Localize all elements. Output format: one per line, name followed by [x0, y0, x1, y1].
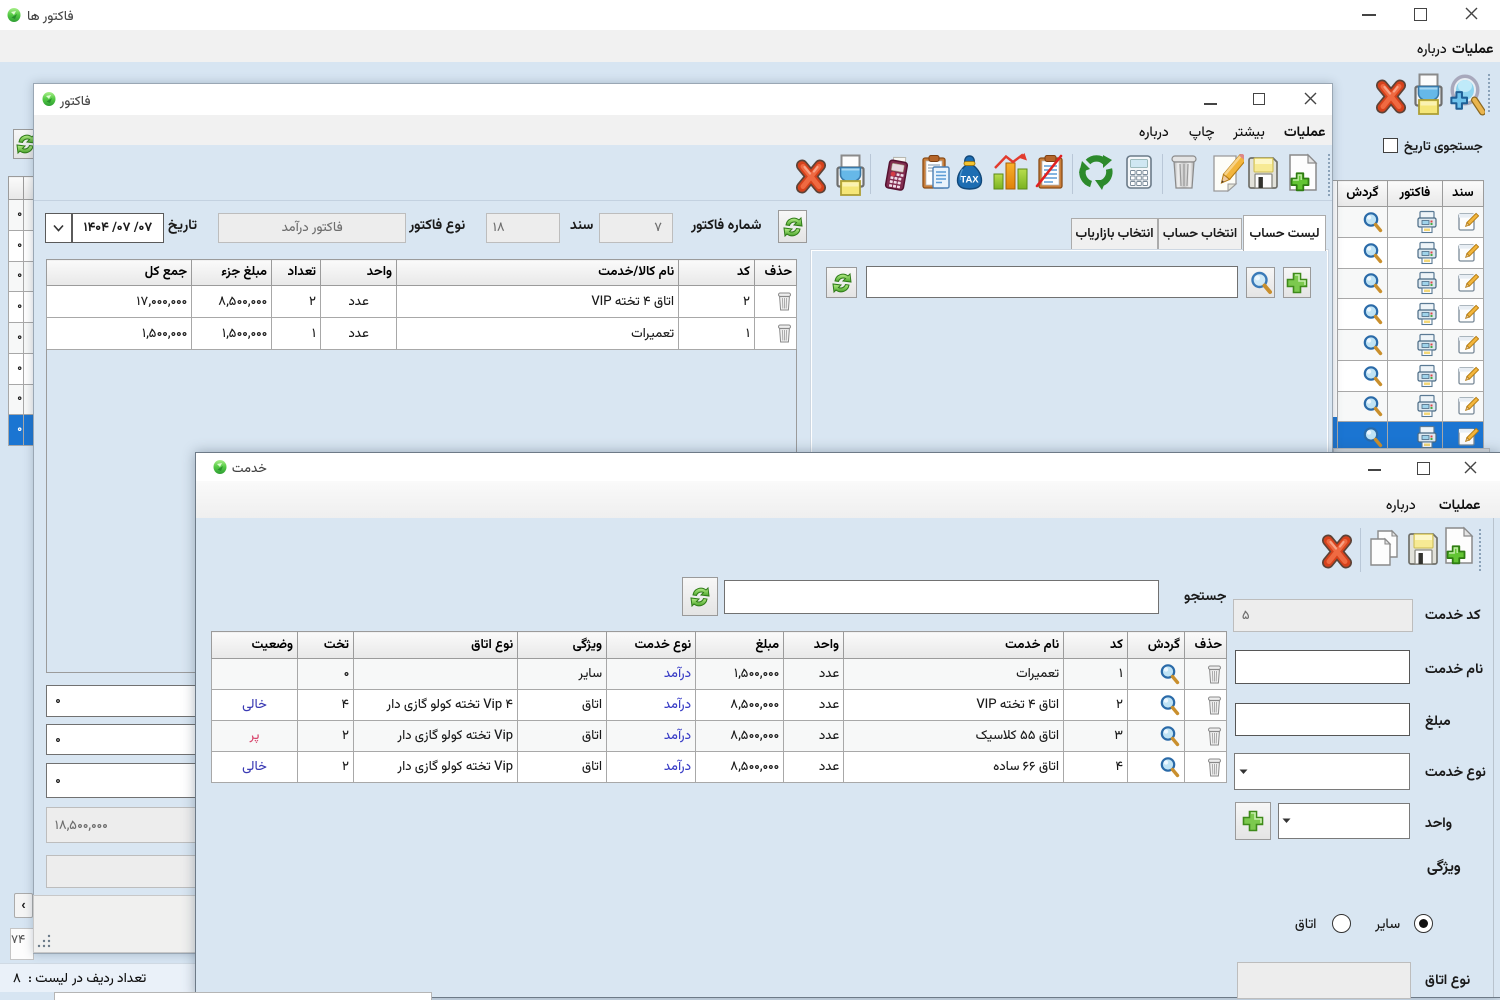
svg-text:TAX: TAX: [960, 175, 979, 186]
